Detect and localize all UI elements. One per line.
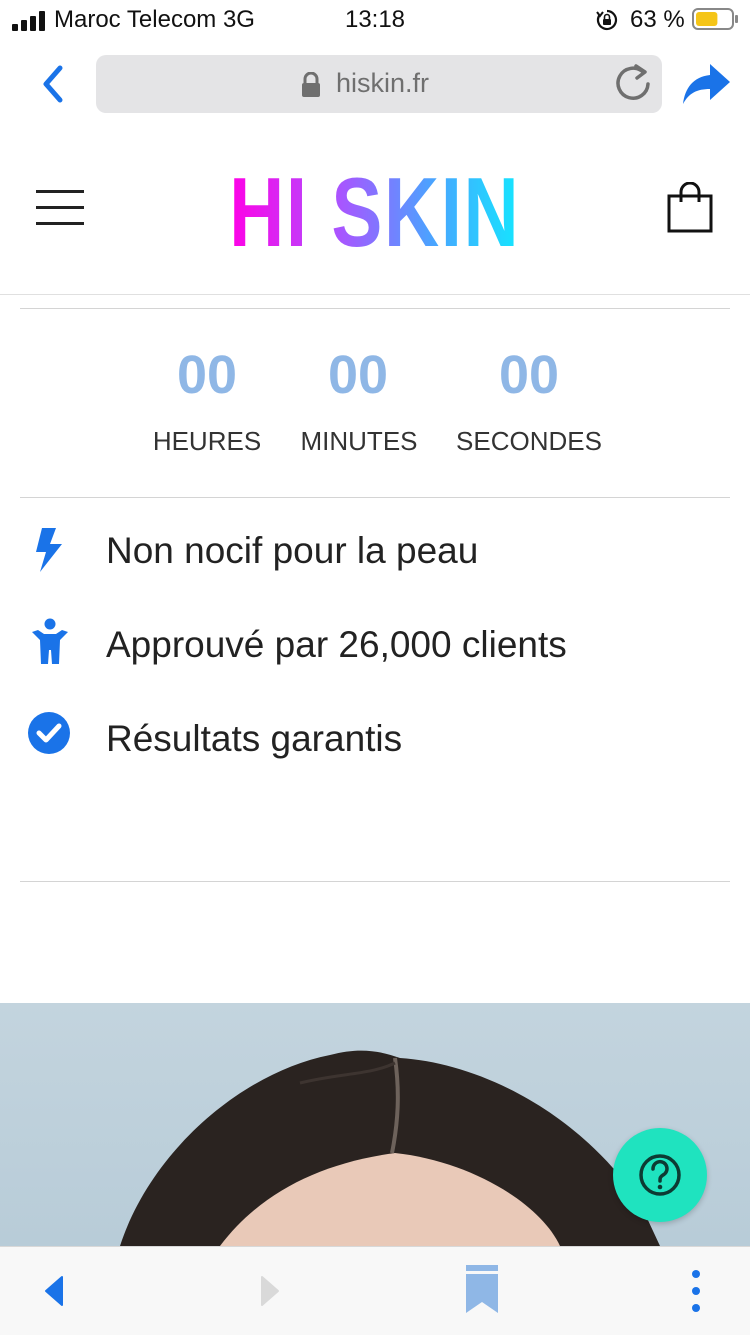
url-text[interactable]: hiskin.fr [336,68,429,99]
lock-icon [302,72,320,97]
divider [20,497,730,498]
check-circle-icon [28,712,70,754]
battery-icon [692,8,738,30]
bookmark-icon[interactable] [464,1264,500,1314]
feature-text: Résultats garantis [106,718,403,759]
countdown-seconds-label: SECONDES [456,426,602,456]
divider [20,308,730,309]
reload-icon[interactable] [612,63,654,105]
person-icon [32,618,68,664]
forward-arrow-icon[interactable] [256,1274,284,1308]
shopping-bag-icon[interactable] [666,182,714,234]
lightning-icon [36,528,62,572]
site-logo[interactable]: HI SKIN [0,160,750,264]
countdown-hours-value: 00 [176,345,238,405]
countdown-hours-label: HEURES [152,426,262,456]
help-icon [639,1154,681,1196]
help-button[interactable] [613,1128,707,1222]
more-icon[interactable] [684,1268,708,1314]
countdown-seconds-value: 00 [498,345,560,405]
logo-text: HI SKIN [229,157,521,267]
share-icon[interactable] [680,58,732,110]
back-chevron-icon[interactable] [38,64,68,104]
countdown-minutes-value: 00 [327,345,389,405]
feature-text: Non nocif pour la peau [106,530,479,571]
browser-toolbar [0,1246,750,1335]
divider [20,881,730,882]
countdown-minutes-label: MINUTES [300,426,418,456]
battery-percent: 63 % [630,6,685,33]
feature-text: Approuvé par 26,000 clients [106,624,567,665]
orientation-lock-icon [596,9,618,31]
header-divider [0,294,750,295]
back-arrow-icon[interactable] [40,1274,68,1308]
